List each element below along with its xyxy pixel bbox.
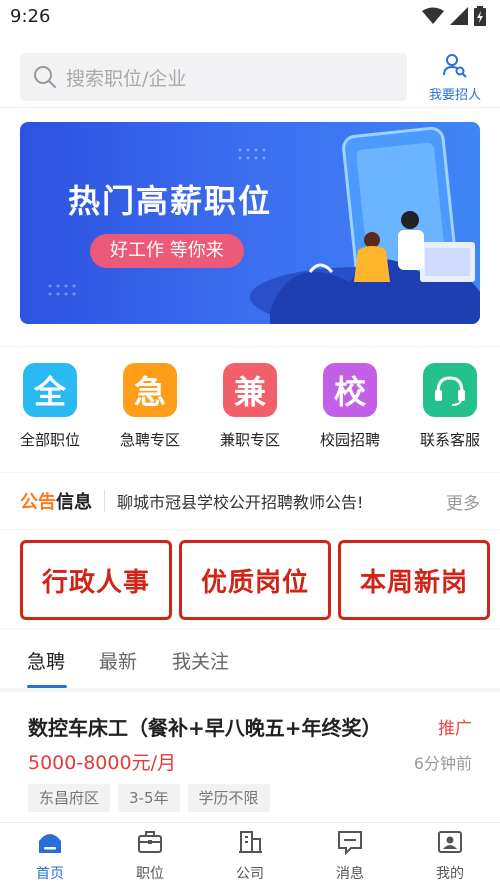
job-tag: 东昌府区 xyxy=(28,784,111,812)
quick-link-label: 联系客服 xyxy=(419,431,480,449)
search-icon xyxy=(34,66,56,88)
banner-pill: 好工作 等你来 xyxy=(90,234,244,268)
briefcase-icon xyxy=(138,831,162,853)
notice-bar[interactable]: 公告信息 聊城市冠县学校公开招聘教师公告! 更多 xyxy=(0,472,500,530)
notice-more-link[interactable]: 更多 xyxy=(446,489,480,514)
category-admin-hr[interactable]: 行政人事 xyxy=(20,540,172,620)
quick-link-label: 兼职专区 xyxy=(219,431,280,449)
building-icon xyxy=(239,831,262,853)
notice-text[interactable]: 聊城市冠县学校公开招聘教师公告! xyxy=(117,489,417,513)
part-time-icon: 兼 xyxy=(223,363,277,417)
tab-latest[interactable]: 最新 xyxy=(99,647,137,674)
profile-icon xyxy=(438,831,462,853)
quick-link-label: 急聘专区 xyxy=(119,431,180,449)
job-tabs: 急聘 最新 我关注 xyxy=(0,628,500,688)
home-icon xyxy=(39,834,61,853)
category-quality-jobs[interactable]: 优质岗位 xyxy=(179,540,331,620)
signal-icon xyxy=(450,7,468,25)
promo-banner[interactable]: 热门高薪职位 好工作 等你来 xyxy=(20,122,480,324)
nav-messages[interactable]: 消息 xyxy=(300,829,400,883)
status-bar: 9:26 xyxy=(0,0,500,34)
notice-divider xyxy=(104,490,105,512)
recruit-label: 我要招人 xyxy=(428,88,481,103)
nav-label: 职位 xyxy=(136,866,164,882)
tab-following[interactable]: 我关注 xyxy=(172,647,229,674)
wifi-icon xyxy=(422,7,444,24)
all-jobs-icon: 全 xyxy=(23,363,77,417)
nav-profile[interactable]: 我的 xyxy=(400,829,500,883)
search-placeholder: 搜索职位/企业 xyxy=(66,67,187,90)
job-title: 数控车床工（餐补+早八晚五+年终奖） xyxy=(28,716,382,740)
category-label: 本周新岗 xyxy=(359,567,468,598)
quick-link-part-time[interactable]: 兼 兼职专区 xyxy=(200,363,300,450)
nav-jobs[interactable]: 职位 xyxy=(100,829,200,883)
nav-home[interactable]: 首页 xyxy=(0,829,100,883)
nav-label: 消息 xyxy=(336,866,364,882)
job-tag: 学历不限 xyxy=(187,784,270,812)
notice-logo-part1: 公告 xyxy=(20,492,56,513)
job-tags: 东昌府区 3-5年 学历不限 xyxy=(28,784,270,812)
category-new-this-week[interactable]: 本周新岗 xyxy=(338,540,490,620)
quick-link-all-jobs[interactable]: 全 全部职位 xyxy=(0,363,100,450)
quick-link-service[interactable]: 联系客服 xyxy=(400,363,500,450)
quick-link-label: 校园招聘 xyxy=(319,431,380,449)
nav-label: 我的 xyxy=(436,866,464,882)
tab-urgent[interactable]: 急聘 xyxy=(27,647,65,674)
quick-link-label: 全部职位 xyxy=(19,431,80,449)
job-posted-time: 6分钟前 xyxy=(413,754,472,773)
banner-title: 热门高薪职位 xyxy=(68,182,273,220)
campus-icon: 校 xyxy=(323,363,377,417)
job-tag: 3-5年 xyxy=(118,784,180,812)
quick-link-urgent[interactable]: 急 急聘专区 xyxy=(100,363,200,450)
category-buttons: 行政人事 优质岗位 本周新岗 xyxy=(0,540,500,622)
recruit-button[interactable]: 我要招人 xyxy=(422,52,488,103)
category-label: 优质岗位 xyxy=(200,567,309,598)
job-salary: 5000-8000元/月 xyxy=(28,752,176,774)
system-icons xyxy=(422,6,486,26)
urgent-icon: 急 xyxy=(123,363,177,417)
battery-icon xyxy=(474,6,486,26)
category-label: 行政人事 xyxy=(41,567,150,598)
job-card[interactable]: 数控车床工（餐补+早八晚五+年终奖） 推广 5000-8000元/月 6分钟前 … xyxy=(0,692,500,820)
bottom-nav: 首页 职位 公司 消息 我的 xyxy=(0,822,500,888)
search-input[interactable]: 搜索职位/企业 xyxy=(20,53,407,101)
top-bar: 搜索职位/企业 我要招人 xyxy=(0,44,500,108)
headset-icon xyxy=(423,363,477,417)
message-icon xyxy=(338,831,362,856)
quick-link-campus[interactable]: 校 校园招聘 xyxy=(300,363,400,450)
recruit-icon xyxy=(443,54,467,78)
banner-illustration xyxy=(48,126,480,324)
nav-label: 首页 xyxy=(36,866,64,882)
nav-company[interactable]: 公司 xyxy=(200,829,300,883)
promo-badge: 推广 xyxy=(438,719,472,739)
quick-links: 全 全部职位 急 急聘专区 兼 兼职专区 校 校园招聘 联系客服 xyxy=(0,346,500,472)
status-time: 9:26 xyxy=(10,6,51,27)
notice-logo-part2: 信息 xyxy=(56,492,92,513)
notice-logo: 公告信息 xyxy=(20,488,92,514)
nav-label: 公司 xyxy=(236,866,264,882)
